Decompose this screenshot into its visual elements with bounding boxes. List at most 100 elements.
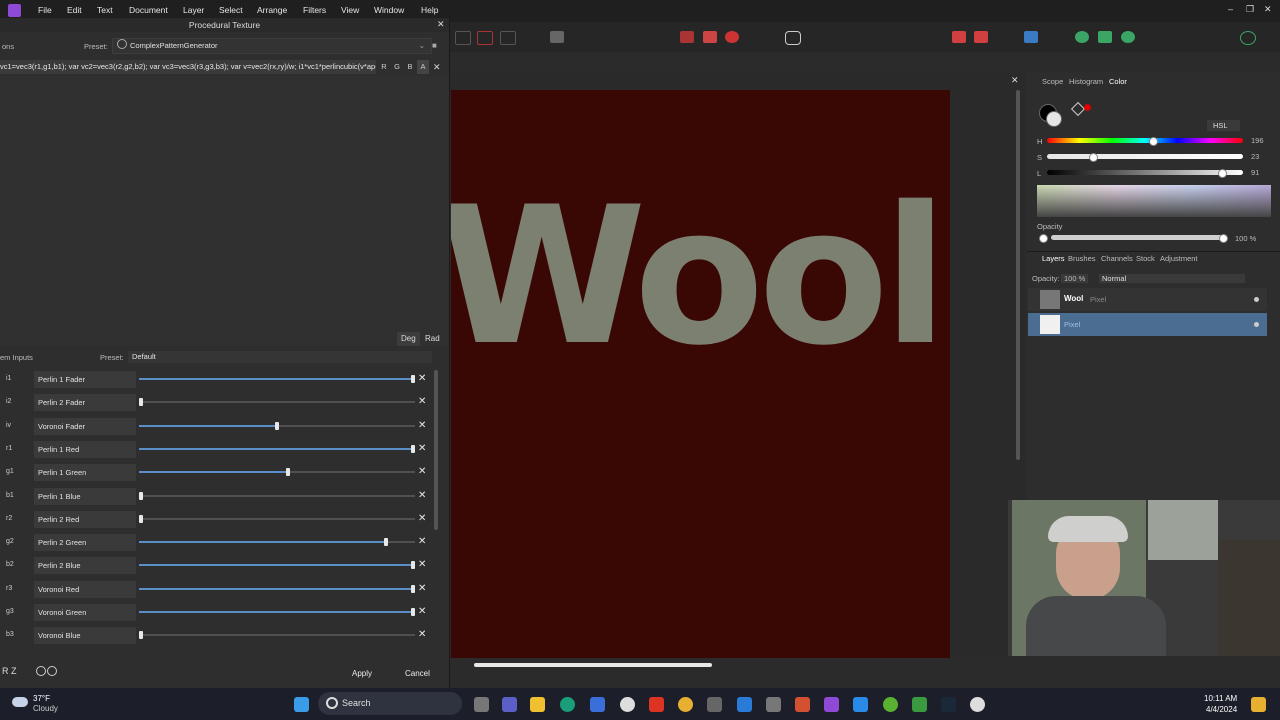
menu-edit[interactable]: Edit (67, 5, 82, 15)
windows-start-icon[interactable] (294, 697, 309, 712)
input-slider-knob[interactable] (411, 561, 415, 570)
steam-icon[interactable] (941, 697, 956, 712)
eyedropper-icon[interactable] (1070, 101, 1086, 117)
remove-input-icon[interactable]: ✕ (418, 536, 426, 547)
clock-time[interactable]: 10:11 AM (1204, 694, 1237, 703)
copilot-icon[interactable] (1251, 697, 1266, 712)
input-name[interactable]: Perlin 2 Green (34, 534, 136, 552)
close-window-icon[interactable]: ✕ (1264, 4, 1272, 15)
input-name[interactable]: Perlin 1 Blue (34, 487, 136, 505)
remove-input-icon[interactable]: ✕ (418, 629, 426, 640)
layer-row-wool[interactable]: Wool Pixel (1028, 288, 1267, 311)
deg-button[interactable]: Deg (397, 332, 420, 346)
input-name[interactable]: Voronoi Blue (34, 627, 136, 645)
channel-chip-r[interactable]: R (378, 60, 390, 74)
app-icon-1[interactable] (707, 697, 722, 712)
menu-file[interactable]: File (38, 5, 52, 15)
menu-layer[interactable]: Layer (183, 5, 204, 15)
input-name[interactable]: Perlin 2 Blue (34, 557, 136, 575)
remove-input-icon[interactable]: ✕ (418, 466, 426, 477)
input-name[interactable]: Voronoi Green (34, 604, 136, 621)
input-slider[interactable] (139, 584, 415, 593)
apply-button[interactable]: Apply (352, 669, 372, 678)
affinity-designer-icon[interactable] (853, 697, 868, 712)
preset-dropdown[interactable]: ComplexPatternGenerator ⌄ (112, 38, 432, 54)
remove-input-icon[interactable]: ✕ (418, 490, 426, 501)
toolbar-align-icon[interactable] (500, 31, 516, 45)
color-model-dropdown[interactable]: HSL (1207, 120, 1240, 131)
secondary-color-swatch[interactable] (1046, 111, 1062, 127)
teams-icon[interactable] (502, 697, 517, 712)
toolbar-align-2-icon[interactable] (1024, 31, 1038, 43)
opacity-slider[interactable] (1051, 235, 1223, 240)
dialog-close-icon[interactable]: ✕ (437, 19, 445, 30)
opacity-knob[interactable] (1219, 234, 1228, 243)
input-slider[interactable] (139, 421, 415, 430)
hue-slider[interactable] (1047, 138, 1243, 143)
remove-input-icon[interactable]: ✕ (418, 420, 426, 431)
affinity-photo-icon[interactable] (824, 697, 839, 712)
tool-chars[interactable]: R Z (2, 666, 17, 676)
opacity-left-knob[interactable] (1039, 234, 1048, 243)
input-slider-knob[interactable] (139, 491, 143, 500)
tab-stock[interactable]: Stock (1136, 254, 1155, 263)
remove-input-icon[interactable]: ✕ (418, 583, 426, 594)
toolbar-flip-icon[interactable] (703, 31, 717, 43)
input-slider[interactable] (139, 561, 415, 570)
input-slider-knob[interactable] (275, 421, 279, 430)
input-slider[interactable] (139, 398, 415, 407)
toolbar-order-icon[interactable] (680, 31, 694, 43)
input-slider[interactable] (139, 514, 415, 523)
input-slider[interactable] (139, 538, 415, 547)
input-slider[interactable] (139, 375, 415, 383)
toolbar-persona-2-icon[interactable] (1098, 31, 1112, 43)
channel-chip-g[interactable]: G (391, 60, 403, 74)
input-slider-knob[interactable] (139, 631, 143, 640)
expression-field[interactable]: vc1=vec3(r1,g1,b1); var vc2=vec3(r2,g2,b… (0, 60, 376, 74)
toolbar-rotate-icon[interactable] (725, 31, 739, 43)
tab-channels[interactable]: Channels (1101, 254, 1133, 263)
wool-text[interactable]: Wool (451, 166, 948, 387)
affinity-publisher-icon[interactable] (795, 697, 810, 712)
taskbar-search[interactable]: Search (318, 692, 462, 715)
layer-visibility-icon[interactable] (1254, 297, 1259, 302)
edge-icon[interactable] (560, 697, 575, 712)
tab-brushes[interactable]: Brushes (1068, 254, 1096, 263)
app-icon-4[interactable] (912, 697, 927, 712)
input-name[interactable]: Perlin 1 Red (34, 440, 136, 458)
app-icon-5[interactable] (970, 697, 985, 712)
input-slider-knob[interactable] (411, 375, 415, 383)
menu-document[interactable]: Document (129, 5, 168, 15)
layer-visibility-icon[interactable] (1254, 322, 1259, 327)
bing-icon[interactable] (737, 697, 752, 712)
menu-window[interactable]: Window (374, 5, 404, 15)
lightness-knob[interactable] (1218, 169, 1227, 178)
app-icon-3[interactable] (883, 697, 898, 712)
input-slider-knob[interactable] (411, 584, 415, 593)
tab-adjustment[interactable]: Adjustment (1160, 254, 1198, 263)
input-slider[interactable] (139, 468, 415, 477)
inputs-preset-dropdown[interactable]: Default (128, 351, 432, 363)
color-spectrum[interactable] (1037, 185, 1271, 217)
cancel-button[interactable]: Cancel (405, 669, 430, 678)
channel-chip-b[interactable]: B (404, 60, 416, 74)
remove-input-icon[interactable]: ✕ (418, 396, 426, 407)
weather-temp[interactable]: 37°F (33, 694, 50, 703)
task-view-icon[interactable] (474, 697, 489, 712)
toolbar-boolean-2-icon[interactable] (974, 31, 988, 43)
input-name[interactable]: Perlin 2 Red (34, 510, 136, 528)
equation-editor-area[interactable] (0, 76, 449, 346)
remove-input-icon[interactable]: ✕ (418, 606, 426, 617)
toolbar-grid-icon[interactable] (455, 31, 471, 45)
input-slider-knob[interactable] (411, 444, 415, 453)
tab-layers[interactable]: Layers (1042, 254, 1065, 263)
input-name[interactable]: Perlin 1 Green (34, 464, 136, 482)
app-icon-2[interactable] (766, 697, 781, 712)
tab-color[interactable]: Color (1109, 77, 1127, 86)
rad-button[interactable]: Rad (421, 332, 444, 346)
toolbar-assistant-icon[interactable] (785, 31, 801, 45)
alien-icon[interactable] (620, 697, 635, 712)
menu-text[interactable]: Text (97, 5, 113, 15)
canvas-horizontal-scrollbar[interactable] (474, 663, 712, 667)
channel-chip-a[interactable]: A (417, 60, 429, 74)
